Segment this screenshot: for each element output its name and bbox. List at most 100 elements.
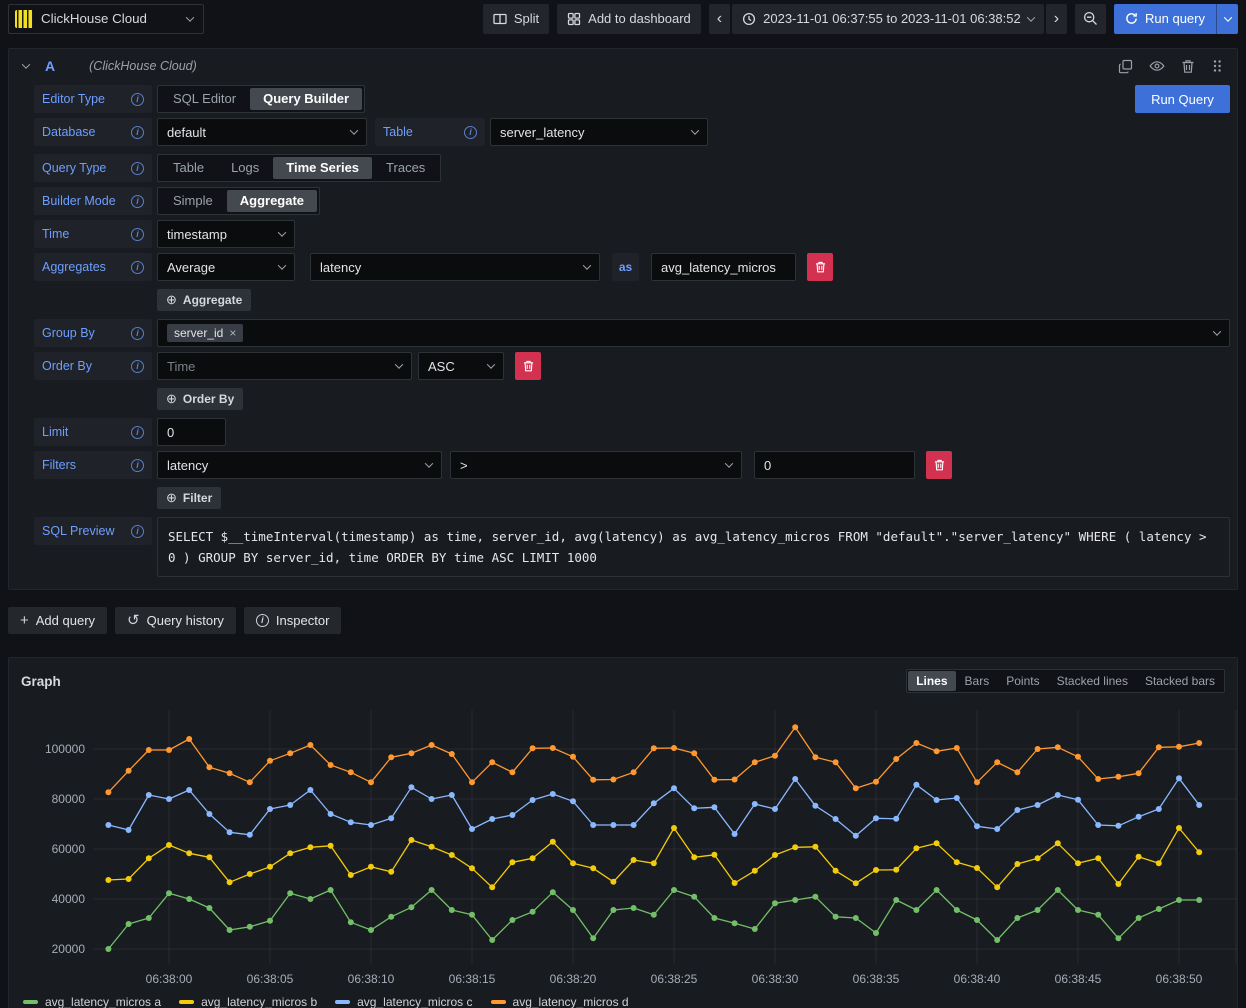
chevron-down-icon — [1026, 13, 1034, 21]
table-select[interactable]: server_latency — [490, 118, 708, 146]
svg-text:06:38:10: 06:38:10 — [348, 972, 395, 986]
run-query-button[interactable]: Run query — [1114, 4, 1216, 34]
series-color-chip — [179, 1000, 194, 1004]
option-stacked-bars[interactable]: Stacked bars — [1137, 671, 1223, 691]
option-simple[interactable]: Simple — [160, 190, 226, 212]
svg-text:06:38:45: 06:38:45 — [1055, 972, 1102, 986]
drag-handle[interactable] — [1211, 59, 1223, 73]
toggle-query-visibility-button[interactable] — [1149, 59, 1165, 73]
info-icon[interactable]: i — [131, 426, 144, 439]
info-icon[interactable]: i — [131, 525, 144, 538]
plus-circle-icon: ⊕ — [166, 490, 177, 506]
chevron-down-icon — [425, 459, 433, 467]
option-points[interactable]: Points — [998, 671, 1047, 691]
option-logs[interactable]: Logs — [218, 157, 272, 179]
collapse-query-icon[interactable] — [22, 60, 30, 68]
chevron-down-icon — [395, 360, 403, 368]
query-header-actions — [1118, 59, 1223, 74]
option-lines[interactable]: Lines — [908, 671, 955, 691]
aggregate-column-select[interactable]: latency — [310, 253, 600, 281]
editor-run-query-button[interactable]: Run Query — [1135, 85, 1230, 113]
option-stacked-lines[interactable]: Stacked lines — [1049, 671, 1136, 691]
aggregates-label: Aggregates i — [34, 253, 152, 281]
add-aggregate-button[interactable]: ⊕ Aggregate — [157, 289, 251, 311]
query-type-row: Query Type i Table Logs Time Series Trac… — [34, 154, 1230, 182]
delete-query-button[interactable] — [1181, 59, 1195, 74]
plus-circle-icon: ⊕ — [166, 391, 177, 407]
info-icon[interactable]: i — [131, 360, 144, 373]
datasource-picker[interactable]: ClickHouse Cloud — [8, 4, 204, 34]
time-picker-group: ‹ 2023-11-01 06:37:55 to 2023-11-01 06:3… — [709, 4, 1067, 34]
svg-text:06:38:05: 06:38:05 — [247, 972, 294, 986]
table-label: Table i — [375, 118, 485, 146]
apps-icon — [567, 12, 581, 26]
info-icon[interactable]: i — [131, 327, 144, 340]
add-query-button[interactable]: + Add query — [8, 607, 107, 634]
add-order-by-button[interactable]: ⊕ Order By — [157, 388, 243, 410]
add-filter-button[interactable]: ⊕ Filter — [157, 487, 221, 509]
chevron-down-icon — [691, 126, 699, 134]
svg-text:80000: 80000 — [52, 792, 86, 806]
option-aggregate[interactable]: Aggregate — [227, 190, 317, 212]
sql-preview-text: SELECT $__timeInterval(timestamp) as tim… — [157, 517, 1230, 577]
svg-text:06:38:35: 06:38:35 — [853, 972, 900, 986]
option-bars[interactable]: Bars — [957, 671, 998, 691]
option-traces[interactable]: Traces — [373, 157, 438, 179]
time-series-chart[interactable]: 2000040000600008000010000006:38:0006:38:… — [17, 700, 1245, 990]
copy-icon — [1118, 59, 1133, 74]
info-icon[interactable]: i — [131, 126, 144, 139]
filter-value[interactable] — [764, 458, 905, 473]
order-by-field-select[interactable]: Time — [157, 352, 412, 380]
order-by-direction-select[interactable]: ASC — [418, 352, 504, 380]
duplicate-query-button[interactable] — [1118, 59, 1133, 74]
info-icon[interactable]: i — [131, 228, 144, 241]
legend-item-a[interactable]: avg_latency_micros a — [23, 995, 161, 1008]
info-icon[interactable]: i — [131, 162, 144, 175]
option-table[interactable]: Table — [160, 157, 217, 179]
limit-value[interactable] — [167, 425, 216, 440]
legend-item-b[interactable]: avg_latency_micros b — [179, 995, 317, 1008]
limit-input[interactable] — [157, 418, 226, 446]
database-select[interactable]: default — [157, 118, 367, 146]
aggregate-function-select[interactable]: Average — [157, 253, 295, 281]
aggregate-alias-input[interactable] — [651, 253, 796, 281]
filter-field-select[interactable]: latency — [157, 451, 442, 479]
add-to-dashboard-button[interactable]: Add to dashboard — [557, 4, 701, 34]
info-icon[interactable]: i — [131, 261, 144, 274]
info-icon[interactable]: i — [131, 459, 144, 472]
query-history-button[interactable]: ↺ Query history — [115, 607, 236, 634]
option-time-series[interactable]: Time Series — [273, 157, 372, 179]
svg-text:06:38:40: 06:38:40 — [954, 972, 1001, 986]
filter-operator-select[interactable]: > — [450, 451, 742, 479]
graph-panel: Graph Lines Bars Points Stacked lines St… — [8, 657, 1238, 1008]
inspector-button[interactable]: i Inspector — [244, 607, 341, 634]
chevron-down-icon — [186, 13, 194, 21]
time-column-select[interactable]: timestamp — [157, 220, 295, 248]
sql-preview-label: SQL Preview i — [34, 517, 152, 545]
option-sql-editor[interactable]: SQL Editor — [160, 88, 249, 110]
builder-mode-label: Builder Mode i — [34, 187, 152, 215]
time-range-picker[interactable]: 2023-11-01 06:37:55 to 2023-11-01 06:38:… — [732, 4, 1044, 34]
info-icon[interactable]: i — [131, 93, 144, 106]
time-back-button[interactable]: ‹ — [709, 4, 730, 34]
remove-filter-button[interactable] — [926, 451, 952, 479]
remove-order-by-button[interactable] — [515, 352, 541, 380]
group-by-multiselect[interactable]: server_id × — [157, 319, 1230, 347]
limit-row: Limit i — [34, 418, 1230, 446]
filters-row: Filters i latency > — [34, 451, 1230, 479]
info-icon[interactable]: i — [131, 195, 144, 208]
filter-value-input[interactable] — [754, 451, 915, 479]
series-color-chip — [23, 1000, 38, 1004]
aggregate-alias-value[interactable] — [661, 260, 786, 275]
option-query-builder[interactable]: Query Builder — [250, 88, 362, 110]
time-forward-button[interactable]: › — [1046, 4, 1067, 34]
run-query-interval-dropdown[interactable] — [1216, 4, 1238, 34]
legend-item-c[interactable]: avg_latency_micros c — [335, 995, 472, 1008]
split-button[interactable]: Split — [483, 4, 549, 34]
run-query-split-button: Run query — [1114, 4, 1238, 34]
legend-item-d[interactable]: avg_latency_micros d — [491, 995, 629, 1008]
remove-aggregate-button[interactable] — [807, 253, 833, 281]
info-icon[interactable]: i — [464, 126, 477, 139]
remove-tag-icon[interactable]: × — [229, 326, 236, 340]
zoom-out-button[interactable] — [1075, 4, 1106, 34]
